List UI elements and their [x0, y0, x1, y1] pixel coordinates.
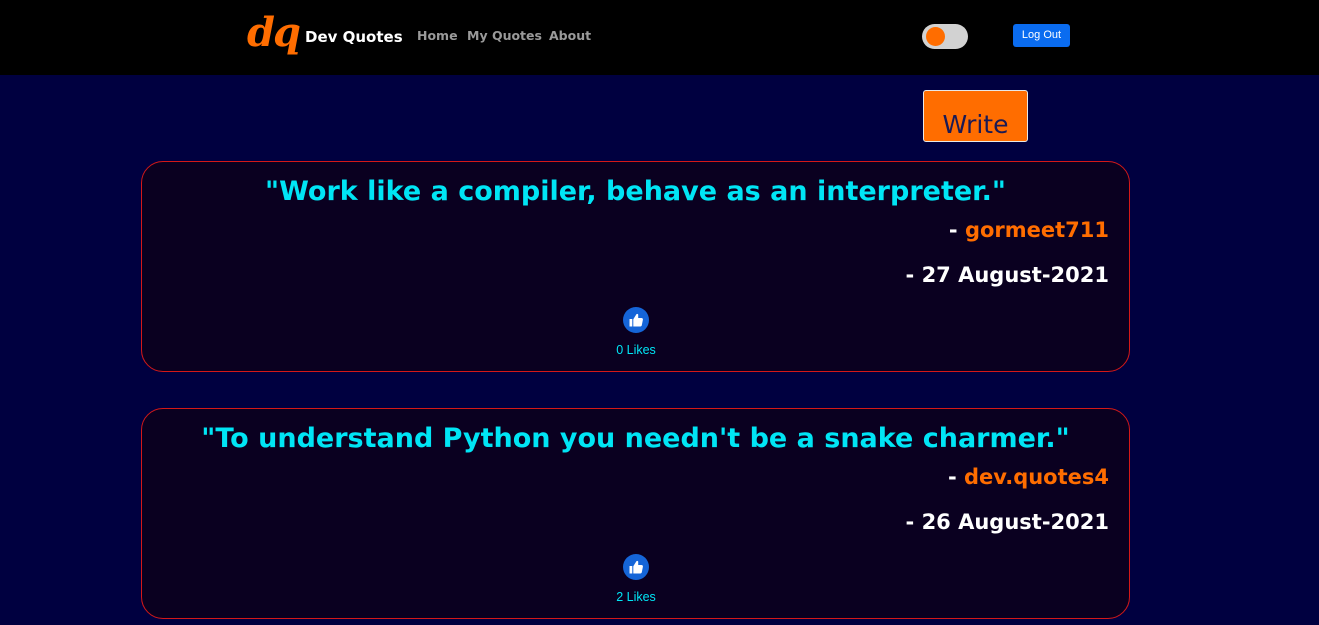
- quote-author: - dev.quotes4: [948, 465, 1109, 489]
- theme-toggle[interactable]: [922, 24, 968, 49]
- quote-author: - gormeet711: [949, 218, 1109, 242]
- write-button[interactable]: Write: [923, 90, 1028, 142]
- navbar: dq Dev Quotes Home My Quotes About Log O…: [0, 0, 1319, 75]
- theme-toggle-knob: [926, 27, 945, 46]
- nav-link-about[interactable]: About: [549, 28, 591, 43]
- logout-button[interactable]: Log Out: [1013, 24, 1070, 47]
- quote-text: "Work like a compiler, behave as an inte…: [265, 176, 1006, 207]
- nav-link-home[interactable]: Home: [417, 28, 458, 43]
- author-prefix: -: [948, 218, 965, 242]
- thumbs-up-icon[interactable]: [623, 307, 649, 333]
- thumbs-up-icon[interactable]: [623, 554, 649, 580]
- like-count: 0 Likes: [616, 343, 656, 357]
- quote-date: - 27 August-2021: [905, 263, 1109, 287]
- quote-card: "To understand Python you needn't be a s…: [141, 408, 1130, 619]
- author-name[interactable]: gormeet711: [965, 218, 1109, 242]
- quote-card: "Work like a compiler, behave as an inte…: [141, 161, 1130, 372]
- quote-date: - 26 August-2021: [905, 510, 1109, 534]
- like-count: 2 Likes: [616, 590, 656, 604]
- nav-link-my-quotes[interactable]: My Quotes: [467, 28, 542, 43]
- author-prefix: -: [947, 465, 964, 489]
- brand-name[interactable]: Dev Quotes: [305, 28, 403, 46]
- author-name[interactable]: dev.quotes4: [964, 465, 1109, 489]
- quote-text: "To understand Python you needn't be a s…: [201, 423, 1070, 454]
- like-section: 2 Likes: [142, 554, 1130, 604]
- brand-logo[interactable]: dq: [247, 8, 301, 58]
- like-section: 0 Likes: [142, 307, 1130, 357]
